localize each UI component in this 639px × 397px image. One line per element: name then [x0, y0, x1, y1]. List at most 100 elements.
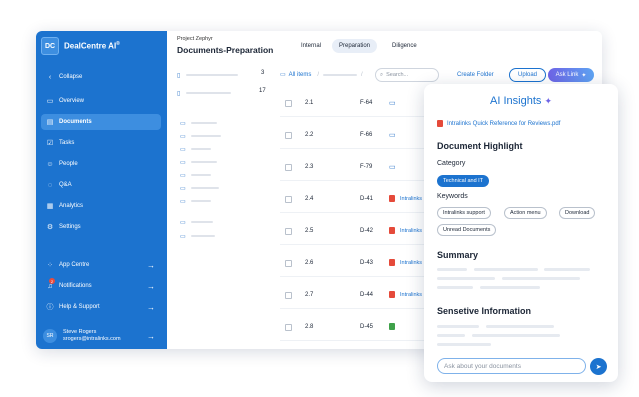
tree-item[interactable]: ▭ — [180, 132, 221, 140]
sidebar-item-label: Settings — [59, 224, 81, 230]
ai-insights-title-text: AI Insights — [490, 95, 542, 107]
placeholder-line — [190, 148, 211, 150]
row-number: 2.5 — [305, 228, 314, 234]
tree-item[interactable]: ▭ — [180, 197, 211, 205]
sidebar: DC DealCentre AI® ‹ Collapse ▭ Overview … — [36, 31, 167, 349]
tab-preparation[interactable]: Preparation — [332, 39, 378, 53]
category-chip[interactable]: Technical and IT — [437, 175, 490, 187]
file-name-link[interactable]: Intralinks — [400, 260, 422, 266]
folder-icon: ▭ — [180, 159, 186, 166]
row-checkbox[interactable] — [285, 132, 292, 139]
document-highlight-heading: Document Highlight — [437, 141, 523, 151]
row-checkbox[interactable] — [285, 196, 292, 203]
keyword-chip[interactable]: Unread Documents — [437, 224, 497, 236]
search-input[interactable]: ⌕ Search... — [375, 68, 439, 82]
upload-button[interactable]: Upload — [509, 68, 546, 82]
blurred-text — [437, 343, 491, 346]
file-name-link[interactable]: Intralinks — [400, 196, 422, 202]
row-checkbox[interactable] — [285, 260, 292, 267]
send-button[interactable]: ➤ — [590, 358, 607, 375]
row-checkbox[interactable] — [285, 292, 292, 299]
blurred-text — [437, 277, 495, 280]
row-number: 2.3 — [305, 164, 314, 170]
row-checkbox[interactable] — [285, 324, 292, 331]
sidebar-item-settings[interactable]: ⚙ Settings — [41, 219, 161, 235]
trademark: ® — [116, 41, 120, 48]
row-code: D-41 — [360, 196, 374, 202]
sidebar-item-label: Analytics — [59, 203, 84, 209]
send-icon: ➤ — [595, 363, 602, 371]
row-number: 2.2 — [305, 132, 314, 138]
file-name-link[interactable]: Intralinks — [400, 292, 422, 298]
folder-icon: ▯ — [177, 90, 181, 97]
user-info: Steve Rogers srogers@intralinks.com — [63, 329, 121, 343]
tab-diligence[interactable]: Diligence — [385, 39, 424, 53]
ask-link-button[interactable]: Ask Link ✦ — [548, 68, 594, 82]
blurred-text — [437, 325, 479, 328]
tree-item[interactable]: ▭ — [180, 218, 213, 226]
tree-count: 3 — [261, 70, 265, 76]
sidebar-item-help[interactable]: ⓘ Help & Support → — [41, 299, 161, 315]
file-name-link[interactable]: Intralinks — [400, 228, 422, 234]
sidebar-item-people[interactable]: ☺ People — [41, 156, 161, 172]
placeholder-line — [190, 235, 215, 237]
placeholder-line — [186, 92, 232, 94]
row-code: F-64 — [360, 100, 373, 106]
placeholder-line — [190, 135, 221, 137]
sparkle-icon: ✦ — [544, 96, 552, 106]
tree-item[interactable]: ▭ — [180, 158, 217, 166]
sidebar-item-documents[interactable]: ▤ Documents — [41, 114, 161, 130]
tree-item[interactable]: ▭ — [180, 232, 215, 240]
sidebar-item-tasks[interactable]: ☑ Tasks — [41, 135, 161, 151]
ai-file-link[interactable]: Intralinks Quick Reference for Reviews.p… — [437, 120, 560, 127]
ask-documents-input[interactable]: Ask about your documents — [437, 358, 586, 374]
sidebar-item-notifications[interactable]: ♫ 2 Notifications → — [41, 278, 161, 294]
people-icon: ☺ — [46, 160, 54, 168]
tree-root-item[interactable]: ▯ 17 — [177, 88, 266, 97]
pdf-icon — [389, 259, 395, 268]
tree-item[interactable]: ▭ — [180, 119, 217, 127]
tree-item[interactable]: ▭ — [180, 145, 211, 153]
notification-badge: 2 — [49, 278, 55, 284]
blurred-text — [486, 325, 554, 328]
row-checkbox[interactable] — [285, 164, 292, 171]
blurred-text — [480, 286, 540, 289]
tab-internal[interactable]: Internal — [294, 39, 328, 53]
collapse-button[interactable]: ‹ Collapse — [41, 69, 161, 85]
keyword-chip[interactable]: Download — [559, 207, 596, 219]
tree-item[interactable]: ▭ — [180, 184, 219, 192]
all-items-label: All items — [288, 71, 312, 78]
pdf-icon — [389, 195, 395, 204]
folder-icon: ▭ — [180, 133, 186, 140]
row-checkbox[interactable] — [285, 100, 292, 107]
row-checkbox[interactable] — [285, 228, 292, 235]
arrow-right-icon: → — [147, 302, 155, 312]
tree-root-item[interactable]: ▯ 3 — [177, 70, 264, 79]
keyword-chip[interactable]: Intralinks support — [437, 207, 491, 219]
pdf-icon — [389, 227, 395, 236]
tree-item[interactable]: ▭ — [180, 171, 211, 179]
user-profile[interactable]: SR Steve Rogers srogers@intralinks.com → — [41, 326, 161, 346]
row-code: D-43 — [360, 260, 374, 266]
chevron-left-icon: ‹ — [48, 73, 52, 81]
sidebar-item-label: Overview — [59, 98, 85, 104]
create-folder-button[interactable]: Create Folder — [457, 72, 494, 78]
sparkle-icon: ✦ — [581, 72, 587, 79]
sidebar-item-label: Help & Support — [59, 304, 100, 310]
blurred-text — [544, 268, 590, 271]
sidebar-item-app-centre[interactable]: ⁘ App Centre → — [41, 257, 161, 273]
user-email: srogers@intralinks.com — [63, 336, 121, 342]
folder-icon: ▭ — [180, 198, 186, 205]
project-name: Project Zephyr — [177, 36, 213, 42]
placeholder-line — [190, 187, 219, 189]
all-items-filter[interactable]: ▭ All items / / — [280, 71, 363, 79]
ai-file-name: Intralinks Quick Reference for Reviews.p… — [447, 120, 561, 127]
collapse-label: Collapse — [59, 74, 83, 80]
sidebar-item-analytics[interactable]: ▦ Analytics — [41, 198, 161, 214]
arrow-right-icon: → — [147, 331, 155, 341]
keyword-chip[interactable]: Action menu — [504, 207, 547, 219]
brand-name: DealCentre AI® — [64, 41, 120, 51]
sidebar-item-overview[interactable]: ▭ Overview — [41, 93, 161, 109]
sidebar-item-label: Q&A — [59, 182, 72, 188]
sidebar-item-qa[interactable]: ◌ Q&A — [41, 177, 161, 193]
